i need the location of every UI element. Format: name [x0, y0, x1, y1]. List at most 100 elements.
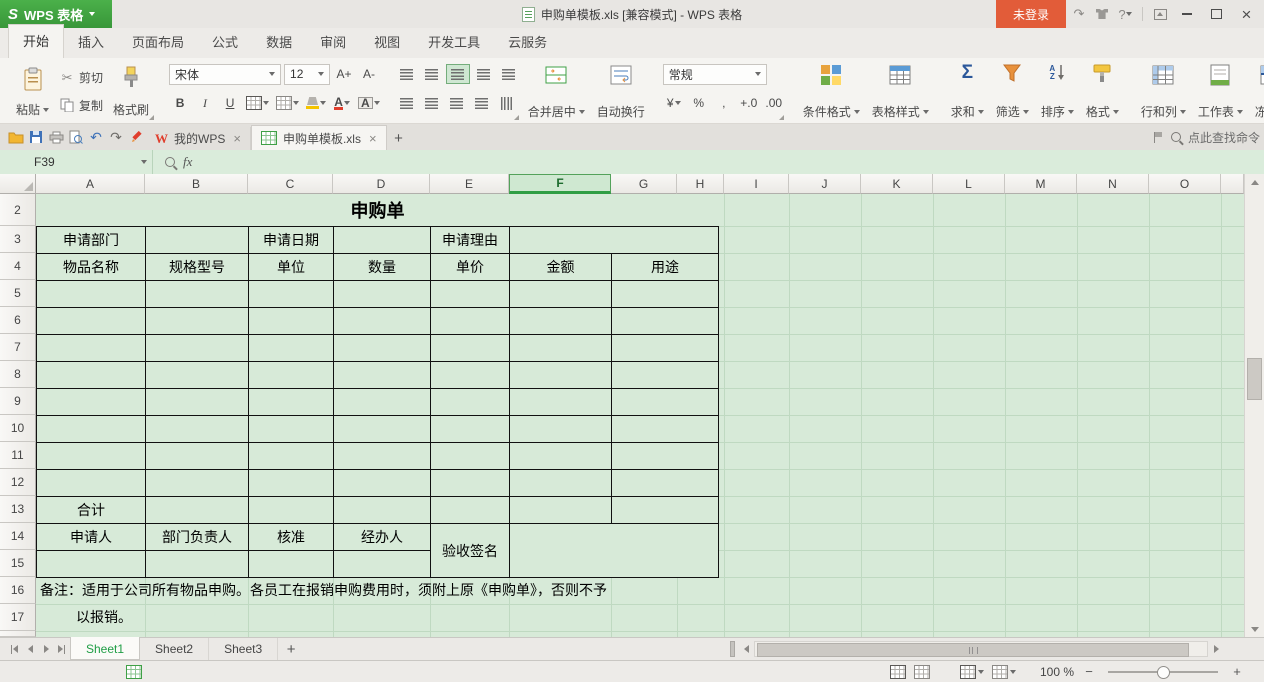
tab-home[interactable]: 开始 — [8, 24, 64, 58]
form-item-cell-r8c6[interactable] — [611, 361, 719, 389]
help-icon[interactable]: ? — [1115, 3, 1135, 25]
row-header-16[interactable]: 16 — [0, 577, 36, 604]
form-item-cell-r11c0[interactable] — [36, 442, 146, 470]
form-item-cell-r9c6[interactable] — [611, 388, 719, 416]
form-item-cell-r7c5[interactable] — [509, 334, 612, 362]
form-sign-value-cell-1[interactable] — [145, 550, 249, 578]
horizontal-scrollbar-track[interactable] — [754, 641, 1208, 657]
conditional-format-button[interactable]: 条件格式 — [797, 58, 866, 123]
wrap-text-button[interactable]: 自动换行 — [591, 58, 651, 123]
percent-button[interactable]: % — [688, 93, 710, 113]
font-name-select[interactable]: 宋体 — [169, 64, 281, 85]
scroll-up-button[interactable] — [1245, 174, 1264, 190]
zoom-slider[interactable] — [1108, 671, 1218, 673]
row-header-8[interactable]: 8 — [0, 361, 36, 388]
paste-button[interactable]: 粘贴 — [10, 62, 55, 121]
row-header-9[interactable]: 9 — [0, 388, 36, 415]
column-header-C[interactable]: C — [248, 174, 333, 194]
form-info-cell-5[interactable] — [509, 226, 719, 254]
form-item-cell-r9c3[interactable] — [333, 388, 431, 416]
sum-button[interactable]: Σ 求和 — [945, 58, 990, 123]
form-item-cell-r5c2[interactable] — [248, 280, 334, 308]
form-item-cell-r11c6[interactable] — [611, 442, 719, 470]
form-header-cell-6[interactable]: 用途 — [611, 253, 719, 281]
form-item-cell-r7c0[interactable] — [36, 334, 146, 362]
magnifier-icon[interactable] — [165, 157, 175, 167]
form-item-cell-r6c4[interactable] — [430, 307, 510, 335]
scroll-right-button[interactable] — [1208, 641, 1224, 657]
form-header-cell-4[interactable]: 单价 — [430, 253, 510, 281]
form-header-cell-5[interactable]: 金额 — [509, 253, 612, 281]
increase-font-button[interactable]: A+ — [333, 64, 355, 84]
form-item-cell-r7c3[interactable] — [333, 334, 431, 362]
merge-center-button[interactable]: 合并居中 — [522, 58, 591, 123]
dialog-launcher-icon[interactable] — [779, 115, 784, 120]
form-item-cell-r12c6[interactable] — [611, 469, 719, 497]
minimize-button[interactable] — [1173, 1, 1200, 27]
form-item-cell-r7c2[interactable] — [248, 334, 334, 362]
tab-formulas[interactable]: 公式 — [198, 26, 252, 58]
form-item-cell-r7c1[interactable] — [145, 334, 249, 362]
font-color-button[interactable]: A — [331, 93, 353, 113]
form-item-cell-r9c1[interactable] — [145, 388, 249, 416]
sheet-tab-sheet2[interactable]: Sheet2 — [140, 638, 209, 660]
decrease-indent-button[interactable] — [473, 64, 495, 84]
tab-cloud[interactable]: 云服务 — [494, 26, 561, 58]
maximize-button[interactable] — [1203, 1, 1230, 27]
form-item-cell-r9c0[interactable] — [36, 388, 146, 416]
tab-data[interactable]: 数据 — [252, 26, 306, 58]
align-center-button[interactable] — [421, 93, 443, 113]
print-button[interactable] — [46, 125, 66, 149]
fill-color-button[interactable] — [304, 93, 328, 113]
form-total-cell-3[interactable] — [333, 496, 431, 524]
form-item-cell-r9c4[interactable] — [430, 388, 510, 416]
tab-view[interactable]: 视图 — [360, 26, 414, 58]
form-item-cell-r10c1[interactable] — [145, 415, 249, 443]
vertical-scrollbar-thumb[interactable] — [1247, 358, 1262, 400]
table-style-button[interactable]: 表格样式 — [866, 58, 935, 123]
form-item-cell-r11c2[interactable] — [248, 442, 334, 470]
form-info-cell-1[interactable] — [145, 226, 249, 254]
form-item-cell-r12c2[interactable] — [248, 469, 334, 497]
form-item-cell-r7c6[interactable] — [611, 334, 719, 362]
horizontal-scrollbar-thumb[interactable] — [757, 643, 1189, 657]
underline-button[interactable]: U — [219, 93, 241, 113]
vertical-scrollbar[interactable] — [1244, 174, 1264, 637]
align-top-button[interactable] — [396, 64, 418, 84]
column-header-I[interactable]: I — [724, 174, 789, 194]
align-bottom-button[interactable] — [446, 64, 470, 84]
decrease-font-button[interactable]: A- — [358, 64, 380, 84]
form-item-cell-r5c6[interactable] — [611, 280, 719, 308]
form-item-cell-r6c3[interactable] — [333, 307, 431, 335]
form-item-cell-r12c5[interactable] — [509, 469, 612, 497]
close-button[interactable]: × — [1233, 1, 1260, 27]
form-sign-cell-1[interactable]: 部门负责人 — [145, 523, 249, 551]
open-file-button[interactable] — [6, 125, 26, 149]
column-header-G[interactable]: G — [611, 174, 677, 194]
borders-button[interactable] — [244, 93, 271, 113]
font-size-select[interactable]: 12 — [284, 64, 330, 85]
form-total-cell-5[interactable] — [509, 496, 612, 524]
select-all-button[interactable] — [0, 174, 36, 194]
form-info-cell-3[interactable] — [333, 226, 431, 254]
last-sheet-button[interactable] — [54, 638, 70, 660]
align-left-button[interactable] — [396, 93, 418, 113]
align-right-button[interactable] — [446, 93, 468, 113]
row-header-4[interactable]: 4 — [0, 253, 36, 280]
worksheet-button[interactable]: 工作表 — [1192, 58, 1249, 123]
find-command-area[interactable]: 点此查找命令 — [1144, 129, 1264, 146]
form-total-cell-1[interactable] — [145, 496, 249, 524]
tab-insert[interactable]: 插入 — [64, 26, 118, 58]
filter-button[interactable]: 筛选 — [990, 58, 1035, 123]
normal-view-button[interactable] — [890, 665, 906, 679]
increase-indent-button[interactable] — [498, 64, 520, 84]
row-header-6[interactable]: 6 — [0, 307, 36, 334]
column-header-O[interactable]: O — [1149, 174, 1221, 194]
form-item-cell-r8c0[interactable] — [36, 361, 146, 389]
form-item-cell-r7c4[interactable] — [430, 334, 510, 362]
form-item-cell-r8c4[interactable] — [430, 361, 510, 389]
row-header-5[interactable]: 5 — [0, 280, 36, 307]
form-item-cell-r5c0[interactable] — [36, 280, 146, 308]
form-header-cell-1[interactable]: 规格型号 — [145, 253, 249, 281]
column-header-L[interactable]: L — [933, 174, 1005, 194]
